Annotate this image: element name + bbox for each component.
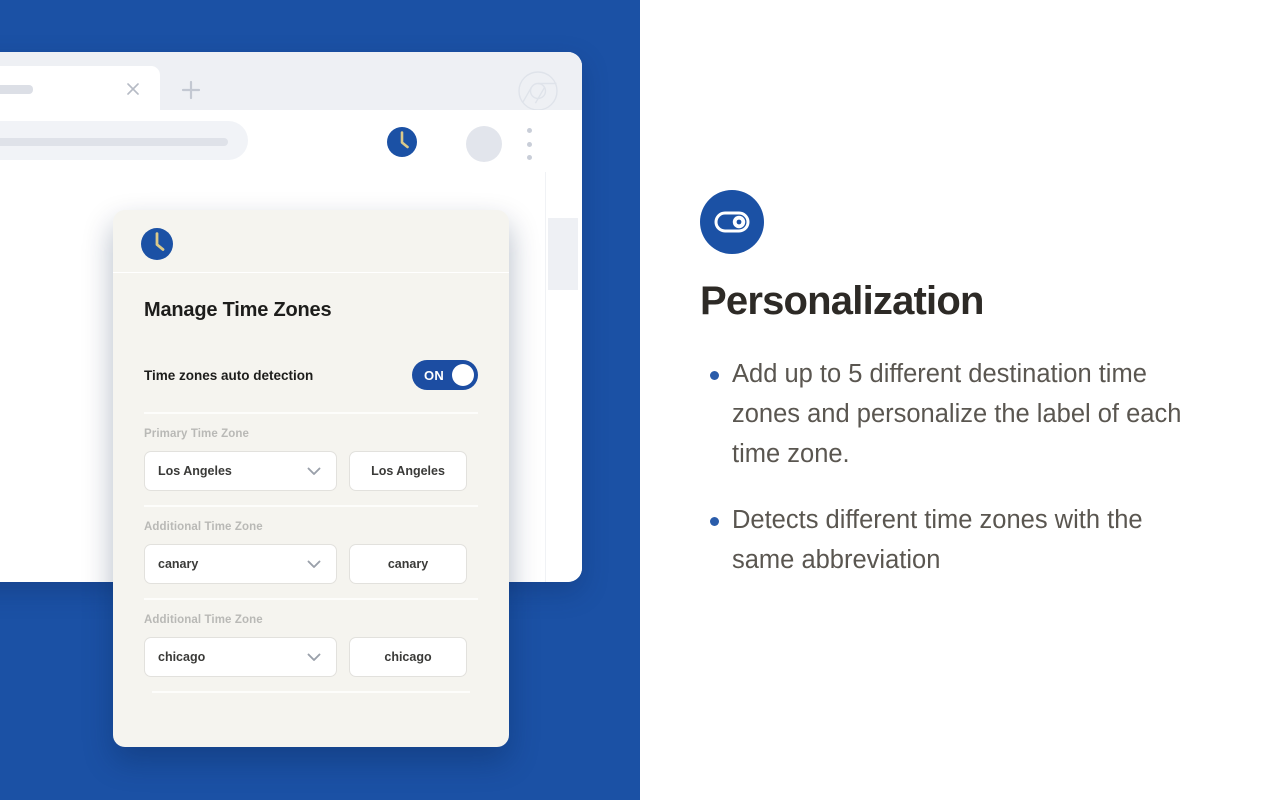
chevron-down-icon [304,647,324,667]
toggle-knob [452,364,474,386]
kebab-menu-icon[interactable] [526,128,532,160]
list-item-text: Add up to 5 different destination time z… [732,360,1182,468]
bullet-icon [710,517,719,526]
zone-select-additional-1[interactable]: canary [144,544,337,584]
zone-select-value: canary [158,557,199,571]
browser-toolbar [0,110,582,172]
zone-controls: Los Angeles Los Angeles [144,451,478,491]
zone-label-input-value: chicago [384,650,432,664]
zone-select-additional-2[interactable]: chicago [144,637,337,677]
popup-body: Manage Time Zones Time zones auto detect… [113,273,509,693]
content-divider [545,172,546,582]
time-zone-group-additional-2: Additional Time Zone chicago chicago [144,614,478,677]
toggle-state-label: ON [424,367,445,383]
bullet-icon [710,371,719,380]
browser-tab-active[interactable] [0,66,160,114]
divider [144,598,478,600]
content-placeholder-block [548,218,578,290]
feature-description-panel: Personalization Add up to 5 different de… [640,0,1280,800]
time-zone-group-primary: Primary Time Zone Los Angeles Los Angele… [144,428,478,491]
zone-select-value: chicago [158,650,206,664]
zone-label: Additional Time Zone [144,521,263,533]
zone-label-input-value: canary [387,557,429,571]
zone-label-input-value: Los Angeles [371,464,445,478]
divider [144,505,478,507]
page-title: Personalization [700,279,984,323]
list-item: Detects different time zones with the sa… [700,500,1200,580]
zone-label-input-additional-2[interactable]: chicago [349,637,467,677]
chevron-down-icon [304,554,324,574]
chevron-down-icon [304,461,324,481]
feature-bullet-list: Add up to 5 different destination time z… [700,354,1200,580]
avatar[interactable] [466,126,502,162]
zone-controls: chicago chicago [144,637,478,677]
clock-crescent-icon[interactable] [385,123,423,161]
tab-title-placeholder [0,85,33,94]
clock-crescent-logo [137,225,183,263]
zone-select-value: Los Angeles [158,464,232,478]
zone-label-input-primary[interactable]: Los Angeles [349,451,467,491]
toggle-switch-icon [700,190,764,254]
time-zone-group-additional-1: Additional Time Zone canary canary [144,521,478,584]
extension-popup-card: Manage Time Zones Time zones auto detect… [113,210,509,747]
auto-detection-row: Time zones auto detection ON [144,360,478,390]
divider [144,412,478,414]
zone-controls: canary canary [144,544,478,584]
close-icon[interactable] [124,80,142,98]
popup-header [113,210,509,273]
divider [152,691,470,693]
browser-tab-strip [0,52,582,114]
chrome-logo-icon [516,69,560,113]
plus-icon[interactable] [179,78,203,102]
auto-detection-label: Time zones auto detection [144,367,314,383]
zone-label: Additional Time Zone [144,614,263,626]
address-placeholder [0,138,228,146]
zone-select-primary[interactable]: Los Angeles [144,451,337,491]
list-item-text: Detects different time zones with the sa… [732,506,1143,574]
auto-detection-toggle[interactable]: ON [412,360,478,390]
list-item: Add up to 5 different destination time z… [700,354,1200,474]
zone-label: Primary Time Zone [144,428,250,440]
address-bar[interactable] [0,121,248,160]
zone-label-input-additional-1[interactable]: canary [349,544,467,584]
page-title: Manage Time Zones [144,299,332,321]
